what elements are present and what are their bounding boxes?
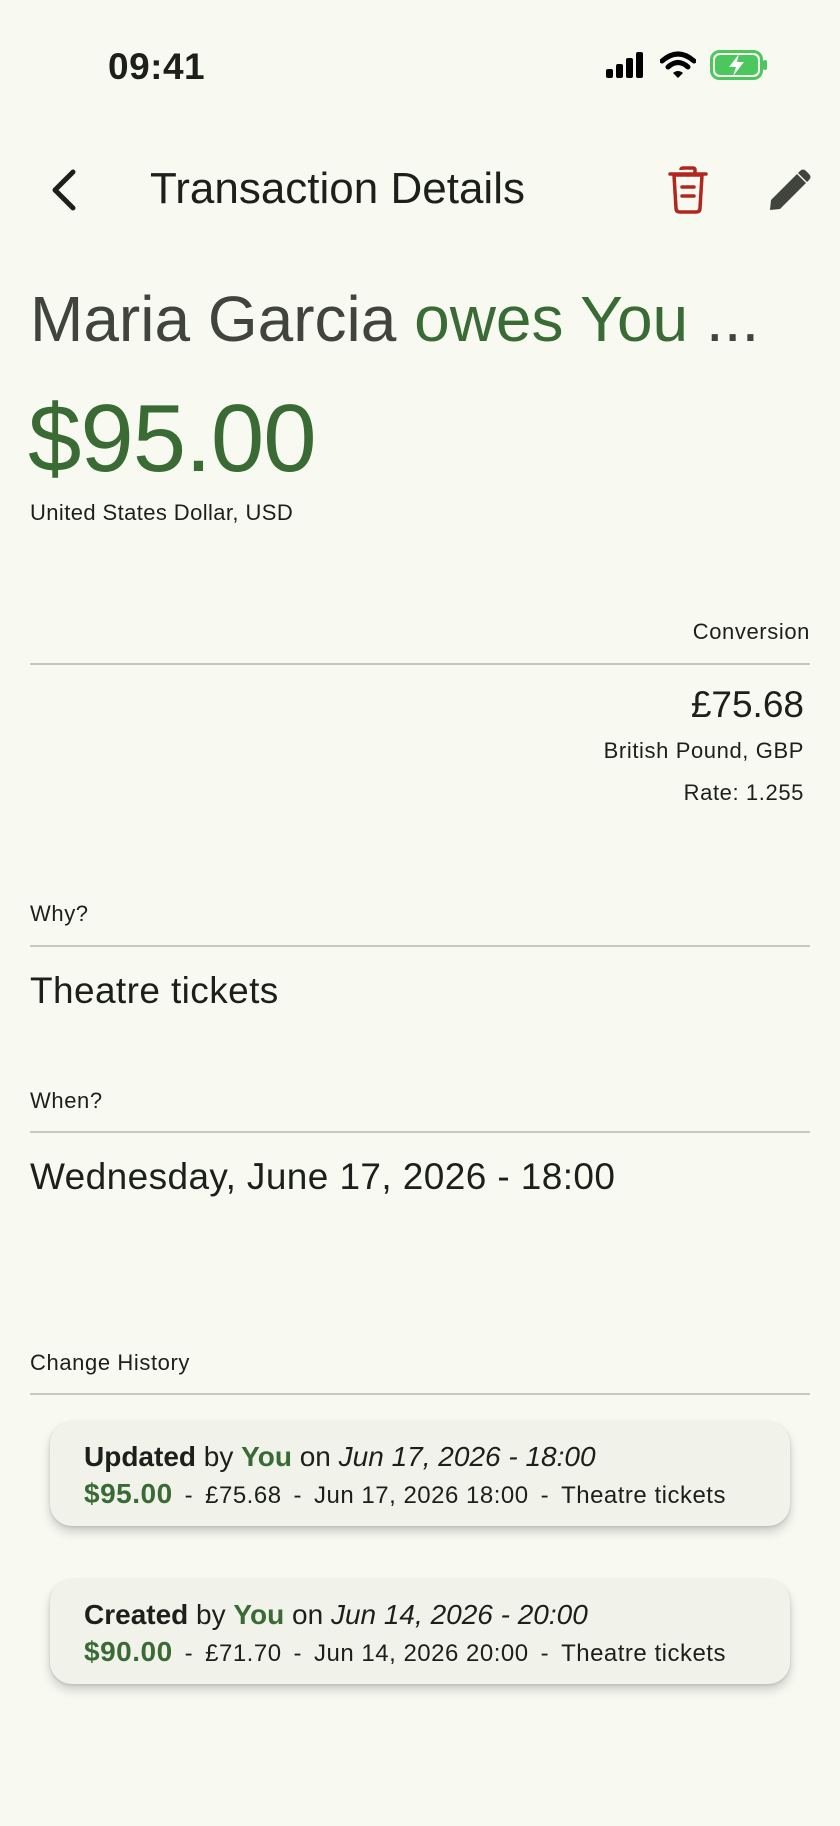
back-button[interactable] (36, 162, 92, 218)
change-history-label: Change History (30, 1350, 191, 1375)
delete-button[interactable] (660, 160, 716, 220)
converted-currency: British Pound, GBP (603, 738, 804, 763)
battery-charging-icon (710, 50, 767, 80)
history-by: by (203, 1441, 234, 1472)
history-on: on (299, 1441, 331, 1472)
signal-icon (606, 52, 643, 78)
when-value: Wednesday, June 17, 2026 - 18:00 (30, 1156, 616, 1197)
history-user: You (241, 1441, 292, 1472)
history-timestamp: Jun 14, 2026 - 20:00 (330, 1599, 588, 1630)
history-card-details: $90.00- £71.70- Jun 14, 2026 20:00- Theatre… (84, 1636, 726, 1667)
trash-icon (668, 166, 708, 214)
edit-button[interactable] (762, 160, 818, 220)
history-converted: £71.70 (205, 1640, 282, 1667)
why-value: Theatre tickets (30, 970, 279, 1011)
back-arrow-icon (52, 169, 76, 211)
history-date: Jun 14, 2026 20:00 (314, 1640, 529, 1667)
history-amount: $95.00 (84, 1478, 173, 1509)
why-label: Why? (30, 901, 89, 926)
history-action: Created (84, 1599, 189, 1630)
history-converted: £75.68 (205, 1482, 282, 1509)
history-user: You (233, 1599, 285, 1630)
transaction-amount: $95.00 (28, 385, 317, 492)
when-label: When? (30, 1088, 103, 1113)
status-time: 09:41 (108, 46, 206, 87)
history-card-details: $95.00- £75.68- Jun 17, 2026 18:00- Theatre… (84, 1478, 726, 1509)
history-note: Theatre tickets (561, 1640, 726, 1667)
headline-ellipsis: ... (688, 283, 760, 355)
history-divider (30, 1393, 810, 1395)
currency-name: United States Dollar, USD (30, 500, 294, 525)
history-card: Created by You on Jun 14, 2026 - 20:00 $… (50, 1580, 790, 1684)
conversion-divider (30, 663, 810, 665)
status-bar: 09:41 (0, 0, 840, 140)
pencil-icon (770, 169, 811, 210)
history-date: Jun 17, 2026 18:00 (314, 1482, 529, 1509)
history-amount: $90.00 (84, 1636, 173, 1667)
history-by: by (196, 1599, 226, 1630)
why-divider (30, 945, 810, 947)
app-bar: Transaction Details (0, 150, 840, 230)
history-action: Updated (84, 1441, 196, 1472)
history-note: Theatre tickets (561, 1482, 726, 1509)
wifi-icon (660, 51, 696, 78)
history-card-title: Updated by You on Jun 17, 2026 - 18:00 (84, 1438, 756, 1476)
history-card-title: Created by You on Jun 14, 2026 - 20:00 (84, 1596, 756, 1634)
conversion-rate: Rate: 1.255 (683, 780, 804, 805)
page-title: Transaction Details (150, 164, 525, 213)
conversion-label: Conversion (692, 619, 810, 644)
history-card: Updated by You on Jun 17, 2026 - 18:00 $… (50, 1422, 790, 1526)
transaction-headline: Maria Garcia owes You ... (30, 282, 810, 356)
relation-text: owes You (414, 283, 689, 355)
when-divider (30, 1131, 810, 1133)
converted-amount: £75.68 (690, 684, 804, 725)
status-icons (606, 50, 768, 80)
person-name: Maria Garcia (30, 283, 397, 355)
history-timestamp: Jun 17, 2026 - 18:00 (338, 1441, 596, 1472)
history-on: on (292, 1599, 324, 1630)
